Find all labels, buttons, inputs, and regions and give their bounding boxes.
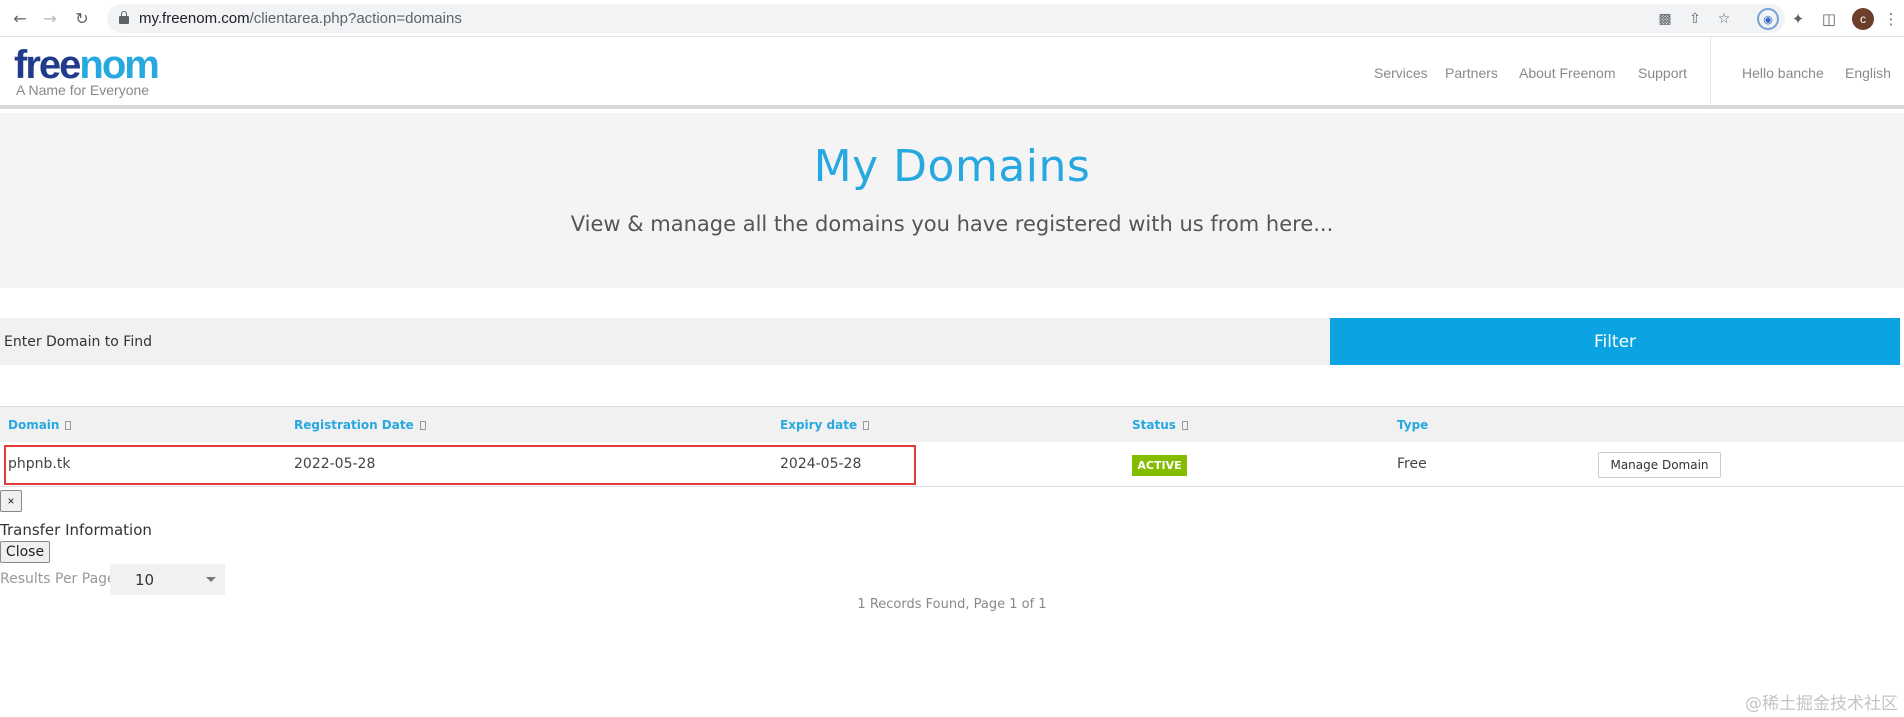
sort-icon[interactable] xyxy=(1181,421,1188,430)
column-header-registration-date[interactable]: Registration Date xyxy=(294,418,426,432)
results-per-page-label: Results Per Page: xyxy=(0,571,121,587)
close-button[interactable]: Close xyxy=(0,541,50,563)
column-label: Status xyxy=(1132,418,1176,432)
sort-icon[interactable] xyxy=(419,421,426,430)
nav-about-freenom[interactable]: About Freenom xyxy=(1519,65,1616,81)
avatar[interactable]: c xyxy=(1852,8,1874,30)
tagline: A Name for Everyone xyxy=(16,82,150,98)
column-header-status[interactable]: Status xyxy=(1132,418,1188,432)
column-label: Type xyxy=(1397,418,1429,432)
logo-nom: nom xyxy=(79,43,159,87)
url-path: /clientarea.php?action=domains xyxy=(249,10,462,27)
freenom-logo[interactable]: freenom xyxy=(14,43,160,87)
column-label: Domain xyxy=(8,418,60,432)
column-label: Registration Date xyxy=(294,418,414,432)
page-subtitle: View & manage all the domains you have r… xyxy=(570,212,1334,236)
sidepanel-icon[interactable]: ◫ xyxy=(1818,8,1840,30)
manage-domain-button[interactable]: Manage Domain xyxy=(1598,452,1721,478)
filter-button[interactable]: Filter xyxy=(1330,318,1900,365)
dismiss-x-button[interactable]: × xyxy=(0,490,22,512)
url-text[interactable]: my.freenom.com/clientarea.php?action=dom… xyxy=(139,10,462,27)
browser-toolbar: ← → ↻ my.freenom.com/clientarea.php?acti… xyxy=(0,0,1904,37)
table-header: Domain Registration Date Expiry date Sta… xyxy=(0,406,1904,442)
reload-icon[interactable]: ↻ xyxy=(70,6,94,30)
transfer-information-heading: Transfer Information xyxy=(0,521,152,539)
results-per-page-value: 10 xyxy=(135,571,155,589)
records-summary: 1 Records Found, Page 1 of 1 xyxy=(857,597,1047,612)
column-header-type: Type xyxy=(1397,418,1428,432)
nav-services[interactable]: Services xyxy=(1374,65,1428,81)
nav-divider xyxy=(1710,37,1711,105)
menu-icon[interactable]: ⋮ xyxy=(1880,8,1902,30)
puzzle-icon[interactable]: ✦ xyxy=(1787,8,1809,30)
back-icon[interactable]: ← xyxy=(8,6,32,30)
cell-type: Free xyxy=(1397,456,1427,472)
annotation-highlight-box xyxy=(4,445,916,485)
extension-icon[interactable]: ◉ xyxy=(1757,8,1779,30)
column-header-expiry-date[interactable]: Expiry date xyxy=(780,418,870,432)
site-header: freenom A Name for Everyone Services Par… xyxy=(0,37,1904,109)
url-host: my.freenom.com xyxy=(139,10,250,27)
sort-icon[interactable] xyxy=(65,421,72,430)
forward-icon[interactable]: → xyxy=(38,6,62,30)
lock-icon[interactable] xyxy=(119,11,129,24)
domain-search-input[interactable] xyxy=(0,318,1330,365)
chevron-down-icon xyxy=(206,577,216,582)
nav-support[interactable]: Support xyxy=(1638,65,1687,81)
watermark-text: @稀土掘金技术社区 xyxy=(1745,694,1898,714)
nav-user-greeting[interactable]: Hello banche xyxy=(1742,65,1824,81)
address-bar[interactable]: my.freenom.com/clientarea.php?action=dom… xyxy=(107,4,1785,33)
page-title: My Domains xyxy=(813,141,1091,192)
column-header-domain[interactable]: Domain xyxy=(8,418,72,432)
column-label: Expiry date xyxy=(780,418,858,432)
star-icon[interactable]: ☆ xyxy=(1714,10,1734,28)
share-icon[interactable]: ⇧ xyxy=(1685,10,1705,28)
translate-icon[interactable]: ▩ xyxy=(1655,10,1675,28)
status-badge: ACTIVE xyxy=(1132,455,1187,476)
results-per-page-select[interactable]: 10 xyxy=(110,564,225,595)
logo-free: free xyxy=(14,43,81,87)
page-hero: My Domains View & manage all the domains… xyxy=(0,113,1904,288)
nav-language[interactable]: English xyxy=(1845,65,1891,81)
sort-icon[interactable] xyxy=(863,421,870,430)
nav-partners[interactable]: Partners xyxy=(1445,65,1498,81)
